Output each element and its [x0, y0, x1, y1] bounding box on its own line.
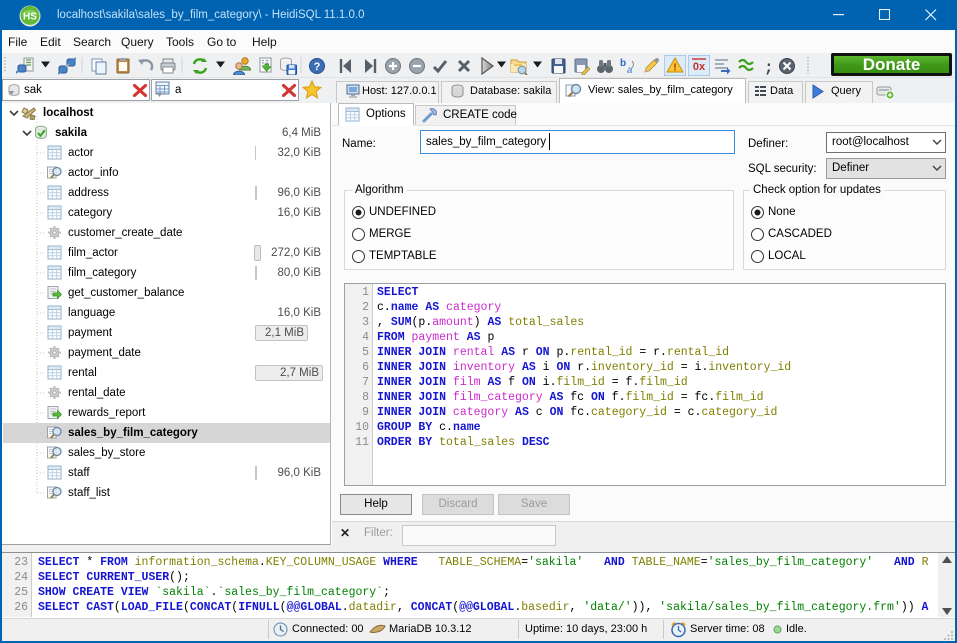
svg-text:HS: HS — [23, 12, 37, 23]
svg-text:0x: 0x — [693, 61, 706, 73]
svg-text:!: ! — [673, 63, 676, 74]
svg-text:;: ; — [764, 59, 774, 75]
svg-text:b: b — [620, 58, 626, 69]
svg-text:?: ? — [314, 61, 321, 73]
svg-text:a: a — [627, 65, 633, 75]
